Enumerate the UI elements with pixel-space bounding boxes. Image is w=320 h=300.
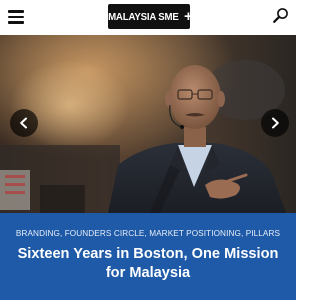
slider-prev-button[interactable] (10, 109, 38, 137)
article-caption: BRANDING, FOUNDERS CIRCLE, MARKET POSITI… (0, 213, 296, 300)
article-headline[interactable]: Sixteen Years in Boston, One Mission for… (14, 245, 282, 283)
hamburger-menu-icon[interactable] (8, 10, 24, 24)
menu-bar (8, 15, 24, 19)
category-link[interactable]: BRANDING (16, 229, 60, 238)
slider-next-button[interactable] (261, 109, 289, 137)
category-link[interactable]: FOUNDERS CIRCLE (65, 229, 145, 238)
category-link[interactable]: PILLARS (246, 229, 280, 238)
chevron-right-icon (272, 117, 279, 129)
menu-bar (8, 10, 24, 13)
site-header: MALAYSIA SME + (0, 0, 296, 35)
category-link[interactable]: MARKET POSITIONING (149, 229, 241, 238)
site-logo[interactable]: MALAYSIA SME + (108, 4, 193, 29)
search-icon[interactable] (272, 7, 290, 25)
hero-image (0, 35, 296, 213)
category-list: BRANDING, FOUNDERS CIRCLE, MARKET POSITI… (0, 229, 296, 238)
menu-bar (8, 21, 24, 24)
logo-text: MALAYSIA SME (108, 10, 179, 23)
hero-slider[interactable] (0, 35, 296, 213)
chevron-left-icon (20, 117, 27, 129)
logo-plus: + (184, 7, 193, 25)
page: MALAYSIA SME + BRANDING, FOUNDERS CIRCLE… (0, 0, 296, 300)
